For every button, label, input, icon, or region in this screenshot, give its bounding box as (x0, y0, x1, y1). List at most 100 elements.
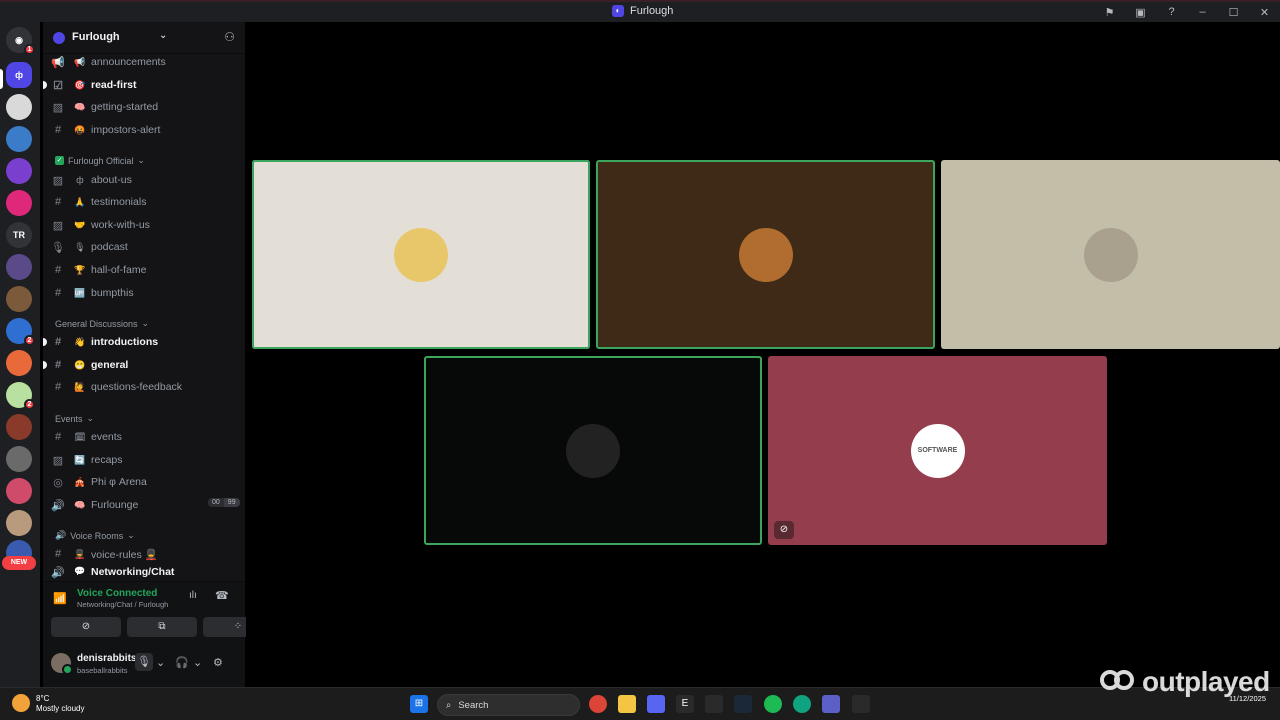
server-furlough-icon[interactable]: ф (6, 62, 32, 88)
server-icon[interactable] (6, 414, 32, 440)
channel-item[interactable]: # 🗓 events (51, 427, 241, 447)
channel-item[interactable]: # 👋 introductions (43, 332, 241, 352)
channel-item[interactable]: # 💂 voice-rules 💂 (51, 544, 241, 564)
server-logo-icon: ◐ (612, 5, 624, 17)
server-icon[interactable] (6, 94, 32, 120)
channel-item[interactable]: # 🙋 questions-feedback (51, 377, 241, 397)
media-icon: ▨ (52, 174, 64, 187)
hash-icon: # (54, 381, 62, 393)
channel-item[interactable]: ▨ ф about-us (51, 170, 241, 190)
screen-share-icon: ⧉ (158, 621, 166, 632)
help-icon[interactable]: ? (1156, 6, 1187, 18)
channel-item[interactable]: # 🏆 hall-of-fame (51, 260, 241, 280)
chevron-down-icon[interactable]: ⌄ (159, 30, 167, 41)
category-header[interactable]: Events ⌄ (55, 413, 94, 424)
discord-home-icon[interactable]: ◉ 1 (6, 27, 35, 55)
taskbar-search[interactable]: ⌕ Search (437, 694, 580, 716)
chrome-icon[interactable] (589, 695, 607, 713)
server-icon[interactable] (6, 286, 32, 312)
category-header[interactable]: ✓ Furlough Official ⌄ (55, 155, 145, 166)
chevron-down-icon[interactable]: ⌄ (156, 656, 165, 669)
camera-off-icon: ⊘ (81, 621, 91, 632)
server-icon[interactable] (6, 478, 32, 504)
channel-item[interactable]: ▨ 🤝 work-with-us (51, 215, 241, 235)
search-icon: ⌕ (446, 699, 452, 711)
teams-icon[interactable] (822, 695, 840, 713)
user-limit-badge: 00 99 (208, 498, 240, 507)
headphones-icon[interactable]: 🎧 (175, 656, 189, 669)
participant-tile[interactable] (252, 160, 590, 349)
notification-badge: 1 (24, 44, 35, 55)
server-header[interactable]: Furlough ⌄ ⚇ (43, 22, 245, 54)
noise-suppression-icon[interactable]: ılı (189, 590, 197, 601)
check-icon: ✓ (55, 156, 64, 165)
chevron-down-icon[interactable]: ⌄ (193, 656, 202, 669)
channel-item[interactable]: ▨ 🧠 getting-started (51, 97, 241, 117)
server-icon[interactable] (6, 350, 32, 376)
channel-item[interactable]: ▨ 🔄 recaps (51, 450, 241, 470)
server-icon[interactable]: 2 (6, 318, 35, 346)
close-button[interactable]: ✕ (1249, 6, 1280, 19)
channel-item[interactable]: 📢 📢 announcements (51, 52, 241, 72)
server-tr-icon[interactable]: TR (6, 222, 32, 248)
participant-tile[interactable] (424, 356, 762, 545)
inbox-flag-icon[interactable]: ⚑ (1094, 6, 1125, 19)
screen-share-button[interactable]: ⧉ (127, 617, 197, 637)
chatgpt-icon[interactable] (793, 695, 811, 713)
server-icon[interactable] (6, 510, 32, 536)
camera-off-button[interactable]: ⊘ (51, 617, 121, 637)
voice-location[interactable]: Networking/Chat / Furlough (77, 600, 168, 609)
spotify-icon[interactable] (764, 695, 782, 713)
windows-taskbar: 8°C Mostly cloudy ⊞ ⌕ Search E 11/12/2025 (0, 687, 1280, 720)
chevron-down-icon: ⌄ (137, 155, 145, 165)
channel-item-networking[interactable]: 🔊 💬 Networking/Chat (51, 566, 241, 579)
discord-taskbar-icon[interactable] (647, 695, 665, 713)
hash-icon: # (54, 548, 62, 560)
screen-share-icon[interactable]: ▣ (1125, 6, 1156, 19)
participant-tile[interactable]: SOFTWARE ⊘ (768, 356, 1107, 545)
disconnect-icon[interactable]: ☎ (215, 589, 229, 602)
weather-desc: Mostly cloudy (36, 704, 85, 713)
channel-item[interactable]: 🎙 🎙 podcast (51, 237, 241, 257)
server-icon[interactable] (6, 158, 32, 184)
watermark-text: outplayed (1142, 666, 1270, 697)
minimize-button[interactable]: – (1187, 6, 1218, 18)
category-header[interactable]: General Discussions ⌄ (55, 318, 149, 329)
participant-tile[interactable] (941, 160, 1280, 349)
voice-connected-label[interactable]: Voice Connected (77, 588, 157, 599)
server-icon[interactable] (6, 190, 32, 216)
category-header[interactable]: 🔊 Voice Rooms ⌄ (55, 530, 135, 541)
chevron-down-icon: ⌄ (127, 530, 135, 540)
epic-games-icon[interactable]: E (676, 695, 694, 713)
add-member-icon[interactable]: ⚇ (224, 30, 235, 44)
hash-icon: # (54, 336, 62, 348)
server-icon[interactable]: 2 (6, 382, 35, 410)
channel-item[interactable]: 🔊 🧠 Furlounge 00 99 (51, 495, 241, 515)
channel-item[interactable]: ☑ 🎯 read-first (43, 75, 241, 95)
channel-item[interactable]: # 🤬 impostors-alert (51, 120, 241, 140)
outplayed-taskbar-icon[interactable] (852, 695, 870, 713)
server-icon[interactable] (6, 254, 32, 280)
weather-widget[interactable]: 8°C Mostly cloudy (12, 694, 84, 714)
channel-item[interactable]: # 🆙 bumpthis (51, 283, 241, 303)
avatar (738, 227, 793, 282)
file-explorer-icon[interactable] (618, 695, 636, 713)
channel-item[interactable]: # 😁 general (43, 355, 241, 375)
speaker-icon: 🔊 (51, 499, 65, 512)
settings-gear-icon[interactable]: ⚙ (213, 656, 223, 669)
avatar: SOFTWARE (910, 423, 965, 478)
channel-item[interactable]: # 🙏 testimonials (51, 192, 241, 212)
avatar[interactable] (51, 653, 73, 675)
maximize-button[interactable]: ☐ (1218, 6, 1249, 19)
server-icon[interactable] (6, 446, 32, 472)
username[interactable]: denisrabbits (77, 653, 136, 664)
app-icon[interactable] (705, 695, 723, 713)
hash-icon: # (54, 287, 62, 299)
channel-item[interactable]: ◎ 🎪 Phi φ Arena (51, 472, 241, 492)
server-icon[interactable] (6, 126, 32, 152)
participant-tile[interactable] (596, 160, 935, 349)
windows-start-icon[interactable]: ⊞ (410, 695, 428, 713)
avatar (566, 423, 620, 478)
steam-icon[interactable] (734, 695, 752, 713)
microphone-icon[interactable]: 🎙 (135, 653, 153, 671)
